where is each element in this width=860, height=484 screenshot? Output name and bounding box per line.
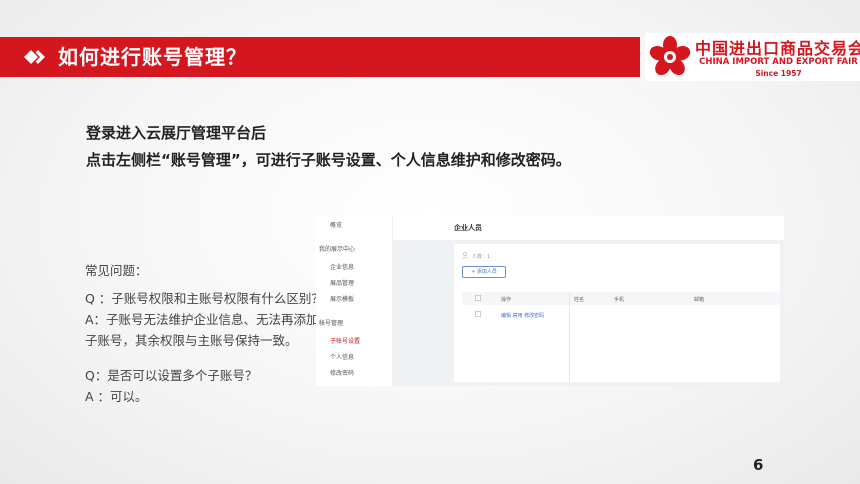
faq-question-1: Q ：子账号权限和主账号权限有什么区别？ [85,291,324,306]
sidebar-section-exhibit: 我的展示中心 [319,246,356,253]
member-count: 人数：1 [472,254,491,260]
table-header: 操作 姓名 手机 邮箱 [462,292,780,305]
people-icon [462,252,468,259]
col-name: 姓名 [574,297,585,303]
logo-chinese-name: 中国进出口商品交易会 [695,39,860,58]
faq-section: 常见问题： Q ：子账号权限和主账号权限有什么区别？ A：子账号无法维护企业信息… [85,260,324,407]
sidebar-section-account: 帐号管理 [319,320,344,327]
sidebar-item-product-mgmt: 展品管理 [330,280,355,287]
col-phone: 手机 [614,297,625,303]
col-email: 邮箱 [694,297,705,303]
faq-answer-2: A ：可以。 [85,389,148,404]
sidebar-item-personal-info: 个人信息 [330,354,355,361]
sidebar-item-sub-account: 子帐号设置 [330,338,361,345]
screenshot-panel: 人数：1 + 添加人员 操作 姓名 手机 邮箱 编辑 禁用 修改密码 [454,244,780,382]
sidebar-item-company-info: 企业信息 [330,264,355,271]
logo-since: Since 1957 [755,69,802,78]
faq-answer-1-line-1: A：子账号无法维护企业信息、无法再添加 [85,312,319,327]
sidebar-item-template: 展示模板 [330,296,355,303]
intro-text: 登录进入云展厅管理平台后 点击左侧栏“账号管理”，可进行子账号设置、个人信息维护… [86,120,571,174]
screenshot-title: 企业人员 [393,216,784,240]
platform-screenshot: 概览 我的展示中心 企业信息 展品管理 展示模板 帐号管理 子帐号设置 个人信息… [316,216,784,386]
page-title: 如何进行账号管理？ [58,45,247,69]
add-member-button: + 添加人员 [462,266,506,278]
col-actions: 操作 [501,297,512,303]
diamond-icon [22,47,45,67]
screenshot-sidebar: 概览 我的展示中心 企业信息 展品管理 展示模板 帐号管理 子帐号设置 个人信息… [316,216,393,386]
row-actions: 编辑 禁用 修改密码 [501,313,545,319]
faq-answer-1-line-2: 子账号，其余权限与主账号保持一致。 [85,333,298,348]
flower-logo-icon [649,36,691,76]
screenshot-main: 企业人员 人数：1 + 添加人员 操作 姓名 手机 邮箱 编辑 禁用 修改密码 [393,216,784,386]
sidebar-item-overview: 概览 [330,222,343,229]
table-divider [569,292,570,382]
intro-line-2: 点击左侧栏“账号管理”，可进行子账号设置、个人信息维护和修改密码。 [86,151,571,169]
canton-fair-logo: 中国进出口商品交易会 CHINA IMPORT AND EXPORT FAIR … [645,33,860,81]
sidebar-item-change-password: 修改密码 [330,370,355,377]
page-number: 6 [753,456,764,474]
faq-question-2: Q：是否可以设置多个子账号？ [85,368,258,383]
header-bar: 如何进行账号管理？ [0,37,640,77]
header-checkbox [475,295,481,301]
faq-heading: 常见问题： [85,263,148,278]
row-checkbox [475,311,481,317]
intro-line-1: 登录进入云展厅管理平台后 [86,124,267,142]
logo-english-name: CHINA IMPORT AND EXPORT FAIR [699,57,858,67]
